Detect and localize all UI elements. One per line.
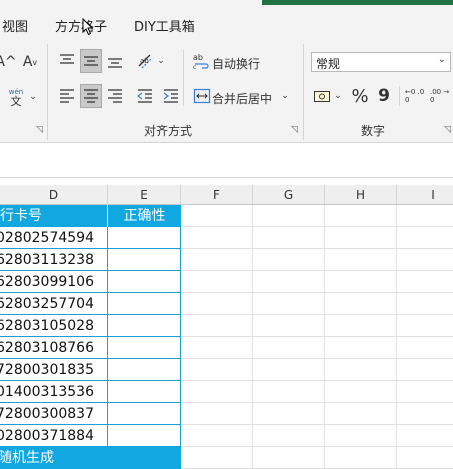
- tab-diy-toolbox[interactable]: DIY工具箱: [134, 16, 195, 35]
- grid-line: [252, 205, 253, 469]
- accounting-dropdown-icon[interactable]: ⌄: [334, 91, 342, 101]
- grid-line: [181, 248, 453, 249]
- table-cell-correctness[interactable]: [108, 271, 181, 293]
- orientation-dropdown-icon[interactable]: ⌄: [157, 56, 165, 66]
- table-cell-card-number[interactable]: 62803108766: [0, 337, 108, 359]
- phonetic-dropdown-icon[interactable]: ⌄: [28, 88, 38, 106]
- table-cell-card-number[interactable]: 72800300837: [0, 403, 108, 425]
- ribbon-tabs: 视图 方方格子 DIY工具箱: [0, 6, 453, 36]
- align-center-button[interactable]: [80, 84, 102, 108]
- table-cell-correctness[interactable]: [108, 337, 181, 359]
- shrink-font-label: A: [22, 54, 33, 70]
- column-header-e[interactable]: E: [108, 185, 181, 205]
- ribbon-home: A^ Av wén 文 ⌄ ◹ ab ⌄ ab c 自动换行 合并后居中 ⌄ 对齐…: [0, 36, 453, 143]
- number-format-select[interactable]: 常规 ⌄: [311, 52, 451, 72]
- align-bottom-icon[interactable]: [106, 52, 124, 70]
- tab-fangfanggezi[interactable]: 方方格子: [55, 16, 107, 35]
- alignment-group-label: 对齐方式: [144, 124, 193, 138]
- group-separator-inner: [399, 86, 400, 106]
- grid-line: [181, 226, 453, 227]
- group-separator-inner: [183, 50, 184, 106]
- increase-indent-icon[interactable]: [162, 87, 180, 105]
- group-separator: [47, 44, 48, 140]
- align-middle-button[interactable]: [80, 49, 102, 73]
- svg-text:ab: ab: [193, 53, 203, 62]
- merge-dropdown-icon[interactable]: ⌄: [281, 91, 289, 101]
- increase-decimal-button[interactable]: ←0 .00: [405, 85, 425, 107]
- grid-line: [181, 270, 453, 271]
- wrap-text-icon[interactable]: ab c: [193, 52, 211, 70]
- number-group-label: 数字: [361, 124, 386, 138]
- grid-line: [324, 205, 325, 469]
- accounting-format-icon[interactable]: [313, 87, 331, 105]
- number-dialog-launcher-icon[interactable]: ◹: [444, 126, 452, 135]
- grid-line: [181, 424, 453, 425]
- tab-view[interactable]: 视图: [2, 16, 28, 35]
- table-cell-card-number[interactable]: 02802574594: [0, 227, 108, 249]
- comma-style-button[interactable]: 9: [376, 85, 392, 107]
- alignment-dialog-launcher-icon[interactable]: ◹: [291, 126, 299, 135]
- table-header-correctness[interactable]: 正确性: [108, 205, 181, 227]
- shrink-font-button[interactable]: Av: [20, 52, 40, 72]
- table-cell-card-number[interactable]: 62803257704: [0, 293, 108, 315]
- svg-text:ab: ab: [140, 57, 149, 65]
- table-cell-card-number[interactable]: 62803105028: [0, 315, 108, 337]
- phonetic-char: 文: [10, 95, 22, 108]
- table-cell-card-number[interactable]: 62803113238: [0, 249, 108, 271]
- align-left-icon[interactable]: [58, 87, 76, 105]
- grow-font-button[interactable]: A^: [0, 52, 17, 72]
- table-cell-correctness[interactable]: [108, 403, 181, 425]
- grid-line: [181, 380, 453, 381]
- table-cell-correctness[interactable]: [108, 381, 181, 403]
- column-header-h[interactable]: H: [325, 185, 397, 205]
- table-cell-card-number[interactable]: 01400313536: [0, 381, 108, 403]
- phonetic-guide-button[interactable]: wén 文: [4, 86, 28, 108]
- formula-bar[interactable]: [0, 143, 453, 178]
- grid-line: [181, 358, 453, 359]
- svg-text:c: c: [193, 64, 196, 70]
- decrease-indent-icon[interactable]: [136, 87, 154, 105]
- orientation-icon[interactable]: ab: [136, 51, 156, 71]
- group-separator: [303, 44, 304, 140]
- wrap-text-label[interactable]: 自动换行: [212, 55, 260, 72]
- number-format-value: 常规: [316, 57, 341, 71]
- chevron-down-icon: ⌄: [437, 54, 446, 65]
- grid-line: [181, 446, 453, 447]
- mouse-cursor-icon: [82, 18, 94, 36]
- grid-line: [181, 292, 453, 293]
- table-cell-correctness[interactable]: [108, 227, 181, 249]
- align-top-icon[interactable]: [58, 52, 76, 70]
- grid-line: [181, 336, 453, 337]
- decrease-decimal-button[interactable]: .00 →0: [430, 85, 450, 107]
- table-cell-card-number[interactable]: 02800371884: [0, 425, 108, 447]
- percent-style-button[interactable]: %: [350, 85, 370, 107]
- font-dialog-launcher-icon[interactable]: ◹: [36, 126, 44, 135]
- column-header-d[interactable]: D: [0, 185, 108, 205]
- title-bar-accent: [262, 0, 453, 5]
- align-center-icon: [84, 89, 98, 103]
- table-header-card-number[interactable]: 行卡号: [0, 205, 108, 227]
- column-header-i[interactable]: I: [397, 185, 453, 205]
- grid-line: [396, 205, 397, 469]
- grid-line: [181, 402, 453, 403]
- table-cell-correctness[interactable]: [108, 293, 181, 315]
- table-cell-correctness[interactable]: [108, 425, 181, 447]
- align-right-icon[interactable]: [106, 87, 124, 105]
- table-cell-card-number[interactable]: 62803099106: [0, 271, 108, 293]
- grid-line: [181, 314, 453, 315]
- table-cell-card-number[interactable]: 72800301835: [0, 359, 108, 381]
- table-cell-correctness[interactable]: [108, 315, 181, 337]
- spreadsheet-grid: D E F G H I 行卡号 正确性 02802574594 62803113238…: [0, 185, 453, 469]
- merge-center-label[interactable]: 合并后居中: [212, 90, 272, 107]
- align-middle-icon: [84, 56, 98, 66]
- table-cell-correctness[interactable]: [108, 359, 181, 381]
- column-header-f[interactable]: F: [181, 185, 253, 205]
- merge-center-icon[interactable]: [193, 87, 211, 105]
- table-cell-correctness[interactable]: [108, 249, 181, 271]
- column-header-g[interactable]: G: [253, 185, 325, 205]
- table-footer[interactable]: 随机生成: [0, 447, 181, 469]
